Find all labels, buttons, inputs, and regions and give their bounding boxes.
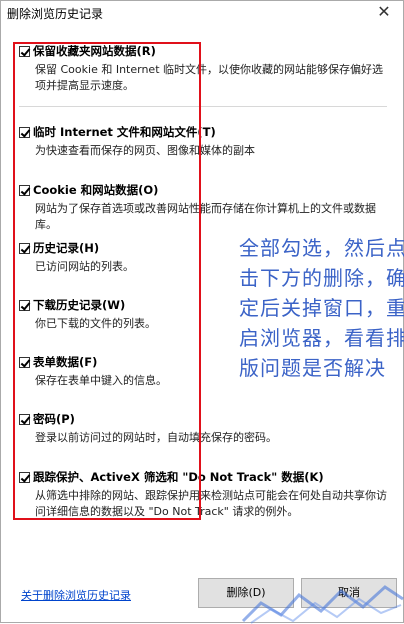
checkbox-cookies[interactable] [19,184,30,196]
option-description: 为快速查看而保存的网页、图像和媒体的副本 [35,144,255,157]
window-title: 删除浏览历史记录 [7,7,104,21]
option-description: 保留 Cookie 和 Internet 临时文件，以使你收藏的网站能够保存偏好… [35,63,383,92]
option-tracking-protection: 跟踪保护、ActiveX 筛选和 "Do Not Track" 数据(K) 从筛… [19,469,389,520]
checkbox-tracking-protection[interactable] [19,471,30,483]
checkbox-history[interactable] [19,242,30,254]
option-title: 密码(P) [33,412,75,426]
option-temp-files: 临时 Internet 文件和网站文件(T) 为快速查看而保存的网页、图像和媒体… [19,124,389,159]
tutorial-annotation: 全部勾选，然后点击下方的删除，确定后关掉窗口，重启浏览器，看看排版问题是否解决 [239,236,404,380]
option-description: 网站为了保存首选项或改善网站性能而存储在你计算机上的文件或数据库。 [35,202,376,231]
checkbox-download-history[interactable] [19,299,30,311]
checkbox-passwords[interactable] [19,413,30,425]
option-title: Cookie 和网站数据(O) [33,183,159,197]
option-title: 表单数据(F) [33,355,98,369]
option-title: 跟踪保护、ActiveX 筛选和 "Do Not Track" 数据(K) [33,470,324,484]
option-title: 下载历史记录(W) [33,298,126,312]
option-description: 登录以前访问过的网站时，自动填充保存的密码。 [35,431,277,444]
option-title: 保留收藏夹网站数据(R) [33,44,156,58]
delete-history-dialog: 删除浏览历史记录 ✕ 保留收藏夹网站数据(R) 保留 Cookie 和 Inte… [0,0,404,624]
checkbox-preserve-favorites[interactable] [19,45,30,57]
option-preserve-favorites: 保留收藏夹网站数据(R) 保留 Cookie 和 Internet 临时文件，以… [19,43,389,94]
option-title: 历史记录(H) [33,241,100,255]
option-header: 保留收藏夹网站数据(R) [19,43,389,59]
option-description: 从筛选中排除的网站、跟踪保护用来检测站点可能会在何处自动共享你访问详细信息的数据… [35,489,387,518]
divider [19,106,387,107]
highlight-box [13,42,201,520]
delete-button[interactable]: 删除(D) [198,578,294,608]
option-header: Cookie 和网站数据(O) [19,182,389,198]
option-header: 临时 Internet 文件和网站文件(T) [19,124,389,140]
option-header: 跟踪保护、ActiveX 筛选和 "Do Not Track" 数据(K) [19,469,389,485]
option-passwords: 密码(P) 登录以前访问过的网站时，自动填充保存的密码。 [19,411,389,446]
option-title: 临时 Internet 文件和网站文件(T) [33,125,216,139]
option-cookies: Cookie 和网站数据(O) 网站为了保存首选项或改善网站性能而存储在你计算机… [19,182,389,233]
about-delete-history-link[interactable]: 关于删除浏览历史记录 [21,587,131,603]
close-icon[interactable]: ✕ [371,1,397,23]
title-bar: 删除浏览历史记录 ✕ [1,1,403,25]
checkbox-form-data[interactable] [19,356,30,368]
cancel-button[interactable]: 取消 [301,578,397,608]
option-header: 密码(P) [19,411,389,427]
checkbox-temp-files[interactable] [19,126,30,138]
